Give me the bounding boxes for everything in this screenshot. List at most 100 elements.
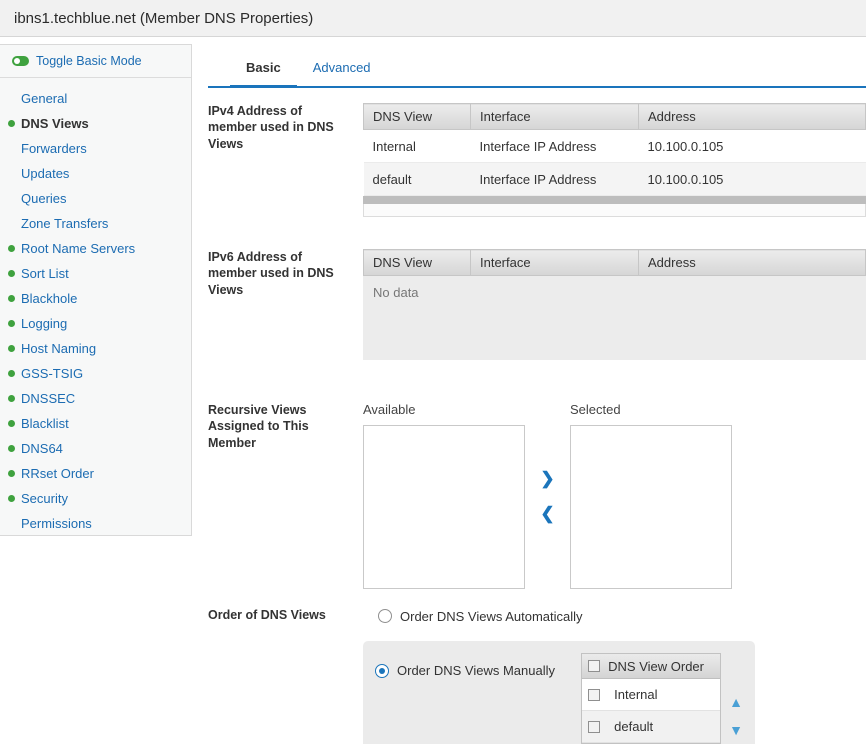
sidebar-item-label: Permissions [21, 516, 92, 531]
green-dot-icon [8, 120, 15, 127]
sidebar-item[interactable]: RRset Order [0, 461, 191, 486]
row-checkbox[interactable] [588, 689, 600, 701]
ipv4-table-column-header: Address [639, 104, 866, 130]
ipv4-table-row[interactable]: Internal Interface IP Address 10.100.0.1… [364, 130, 866, 163]
sidebar-item[interactable]: Zone Transfers [0, 211, 191, 236]
sidebar-item[interactable]: Updates [0, 161, 191, 186]
green-dot-icon [8, 420, 15, 427]
tab-basic[interactable]: Basic [230, 51, 297, 88]
ipv4-cell-interface: Interface IP Address [471, 130, 639, 163]
row-checkbox[interactable] [588, 721, 600, 733]
order-manually-radio[interactable] [375, 664, 389, 678]
dns-view-order-row-label: Internal [614, 687, 657, 702]
ipv6-table-column-header: DNS View [364, 250, 471, 276]
tab-bar: Basic Advanced [208, 44, 866, 88]
dns-view-order-header: DNS View Order [582, 654, 720, 679]
order-manually-label: Order DNS Views Manually [397, 663, 555, 678]
sidebar-item[interactable]: DNSSEC [0, 386, 191, 411]
green-dot-icon [8, 370, 15, 377]
sidebar-item[interactable]: Permissions [0, 511, 191, 536]
sidebar-menu: General DNS Views Forwarders Updates Que… [0, 78, 191, 544]
ipv6-table-column-header: Address [639, 250, 866, 276]
ipv4-section: IPv4 Address of member used in DNS Views… [208, 103, 866, 217]
green-dot-icon [8, 345, 15, 352]
main-content: Basic Advanced IPv4 Address of member us… [208, 44, 866, 744]
sidebar-item-label: Updates [21, 166, 69, 181]
ipv4-section-label: IPv4 Address of member used in DNS Views [208, 103, 363, 217]
ipv6-table: DNS ViewInterfaceAddress [363, 249, 866, 276]
green-dot-icon [8, 495, 15, 502]
sidebar-item-label: Host Naming [21, 341, 96, 356]
available-views-listbox[interactable] [363, 425, 525, 589]
order-automatically-label: Order DNS Views Automatically [400, 609, 583, 624]
sidebar-item[interactable]: Queries [0, 186, 191, 211]
sidebar-item-label: Sort List [21, 266, 69, 281]
toggle-basic-mode-button[interactable]: Toggle Basic Mode [0, 45, 191, 78]
tab-advanced[interactable]: Advanced [297, 51, 387, 86]
sidebar-item[interactable]: DNS Views [0, 111, 191, 136]
sidebar-item-label: Security [21, 491, 68, 506]
move-arrows: ❯ ❮ [525, 402, 570, 589]
order-automatically-radio[interactable] [378, 609, 392, 623]
sidebar-item-label: Forwarders [21, 141, 87, 156]
green-dot-icon [8, 245, 15, 252]
toggle-basic-mode-label: Toggle Basic Mode [36, 54, 142, 68]
dns-view-order-row[interactable]: Internal [582, 679, 720, 711]
sidebar-item[interactable]: Root Name Servers [0, 236, 191, 261]
recursive-views-section-label: Recursive Views Assigned to This Member [208, 402, 363, 589]
ipv6-table-column-header: Interface [471, 250, 639, 276]
member-dns-properties-window: ibns1.techblue.net (Member DNS Propertie… [0, 0, 866, 744]
order-of-dns-views-section: Order of DNS Views Order DNS Views Autom… [208, 607, 866, 744]
dns-view-order-table: DNS View Order Internal default [581, 653, 721, 744]
sidebar-item[interactable]: Blackhole [0, 286, 191, 311]
ipv4-table-horizontal-scrollbar[interactable] [363, 196, 866, 204]
sidebar-item-label: DNSSEC [21, 391, 75, 406]
dns-view-order-header-label: DNS View Order [608, 659, 704, 674]
available-list-label: Available [363, 402, 525, 419]
reorder-arrows: ▲ ▼ [729, 695, 743, 744]
ipv4-cell-dns-view: default [364, 163, 471, 196]
sidebar-item[interactable]: Blacklist [0, 411, 191, 436]
move-right-icon[interactable]: ❯ [540, 470, 554, 487]
sidebar-item[interactable]: General [0, 86, 191, 111]
sidebar-item-label: General [21, 91, 67, 106]
ipv4-table-row[interactable]: default Interface IP Address 10.100.0.10… [364, 163, 866, 196]
sidebar-item-label: Root Name Servers [21, 241, 135, 256]
sidebar-item-label: Blackhole [21, 291, 77, 306]
sidebar-item[interactable]: Forwarders [0, 136, 191, 161]
dns-view-order-row[interactable]: default [582, 711, 720, 743]
sidebar-item[interactable]: DNS64 [0, 436, 191, 461]
sidebar-item-label: Queries [21, 191, 67, 206]
move-left-icon[interactable]: ❮ [540, 505, 554, 522]
sidebar: Toggle Basic Mode General DNS Views Forw… [0, 44, 192, 536]
sidebar-item[interactable]: Security [0, 486, 191, 511]
ipv4-table: DNS ViewInterfaceAddress Internal Interf… [363, 103, 866, 196]
ipv4-cell-interface: Interface IP Address [471, 163, 639, 196]
sidebar-item-label: DNS Views [21, 116, 89, 131]
move-up-icon[interactable]: ▲ [729, 695, 743, 709]
ipv4-table-column-header: DNS View [364, 104, 471, 130]
ipv6-table-empty-state: No data [363, 276, 866, 360]
manual-order-panel: Order DNS Views Manually DNS View Order [363, 641, 755, 744]
green-dot-icon [8, 395, 15, 402]
green-dot-icon [8, 295, 15, 302]
ipv6-section-label: IPv6 Address of member used in DNS Views [208, 249, 363, 360]
sidebar-item[interactable]: Sort List [0, 261, 191, 286]
selected-views-listbox[interactable] [570, 425, 732, 589]
move-down-icon[interactable]: ▼ [729, 723, 743, 737]
ipv4-cell-address: 10.100.0.105 [639, 130, 866, 163]
sidebar-item[interactable]: Logging [0, 311, 191, 336]
window-titlebar: ibns1.techblue.net (Member DNS Propertie… [0, 0, 866, 37]
dns-view-order-row-label: default [614, 719, 653, 734]
ipv6-section: IPv6 Address of member used in DNS Views… [208, 249, 866, 360]
green-dot-icon [8, 445, 15, 452]
sidebar-item-label: Zone Transfers [21, 216, 108, 231]
green-dot-icon [8, 270, 15, 277]
page-title: ibns1.techblue.net (Member DNS Propertie… [14, 10, 313, 27]
sidebar-item[interactable]: Host Naming [0, 336, 191, 361]
sidebar-item[interactable]: GSS-TSIG [0, 361, 191, 386]
ipv4-cell-address: 10.100.0.105 [639, 163, 866, 196]
order-section-label: Order of DNS Views [208, 607, 363, 744]
select-all-checkbox[interactable] [588, 660, 600, 672]
sidebar-item-label: GSS-TSIG [21, 366, 83, 381]
